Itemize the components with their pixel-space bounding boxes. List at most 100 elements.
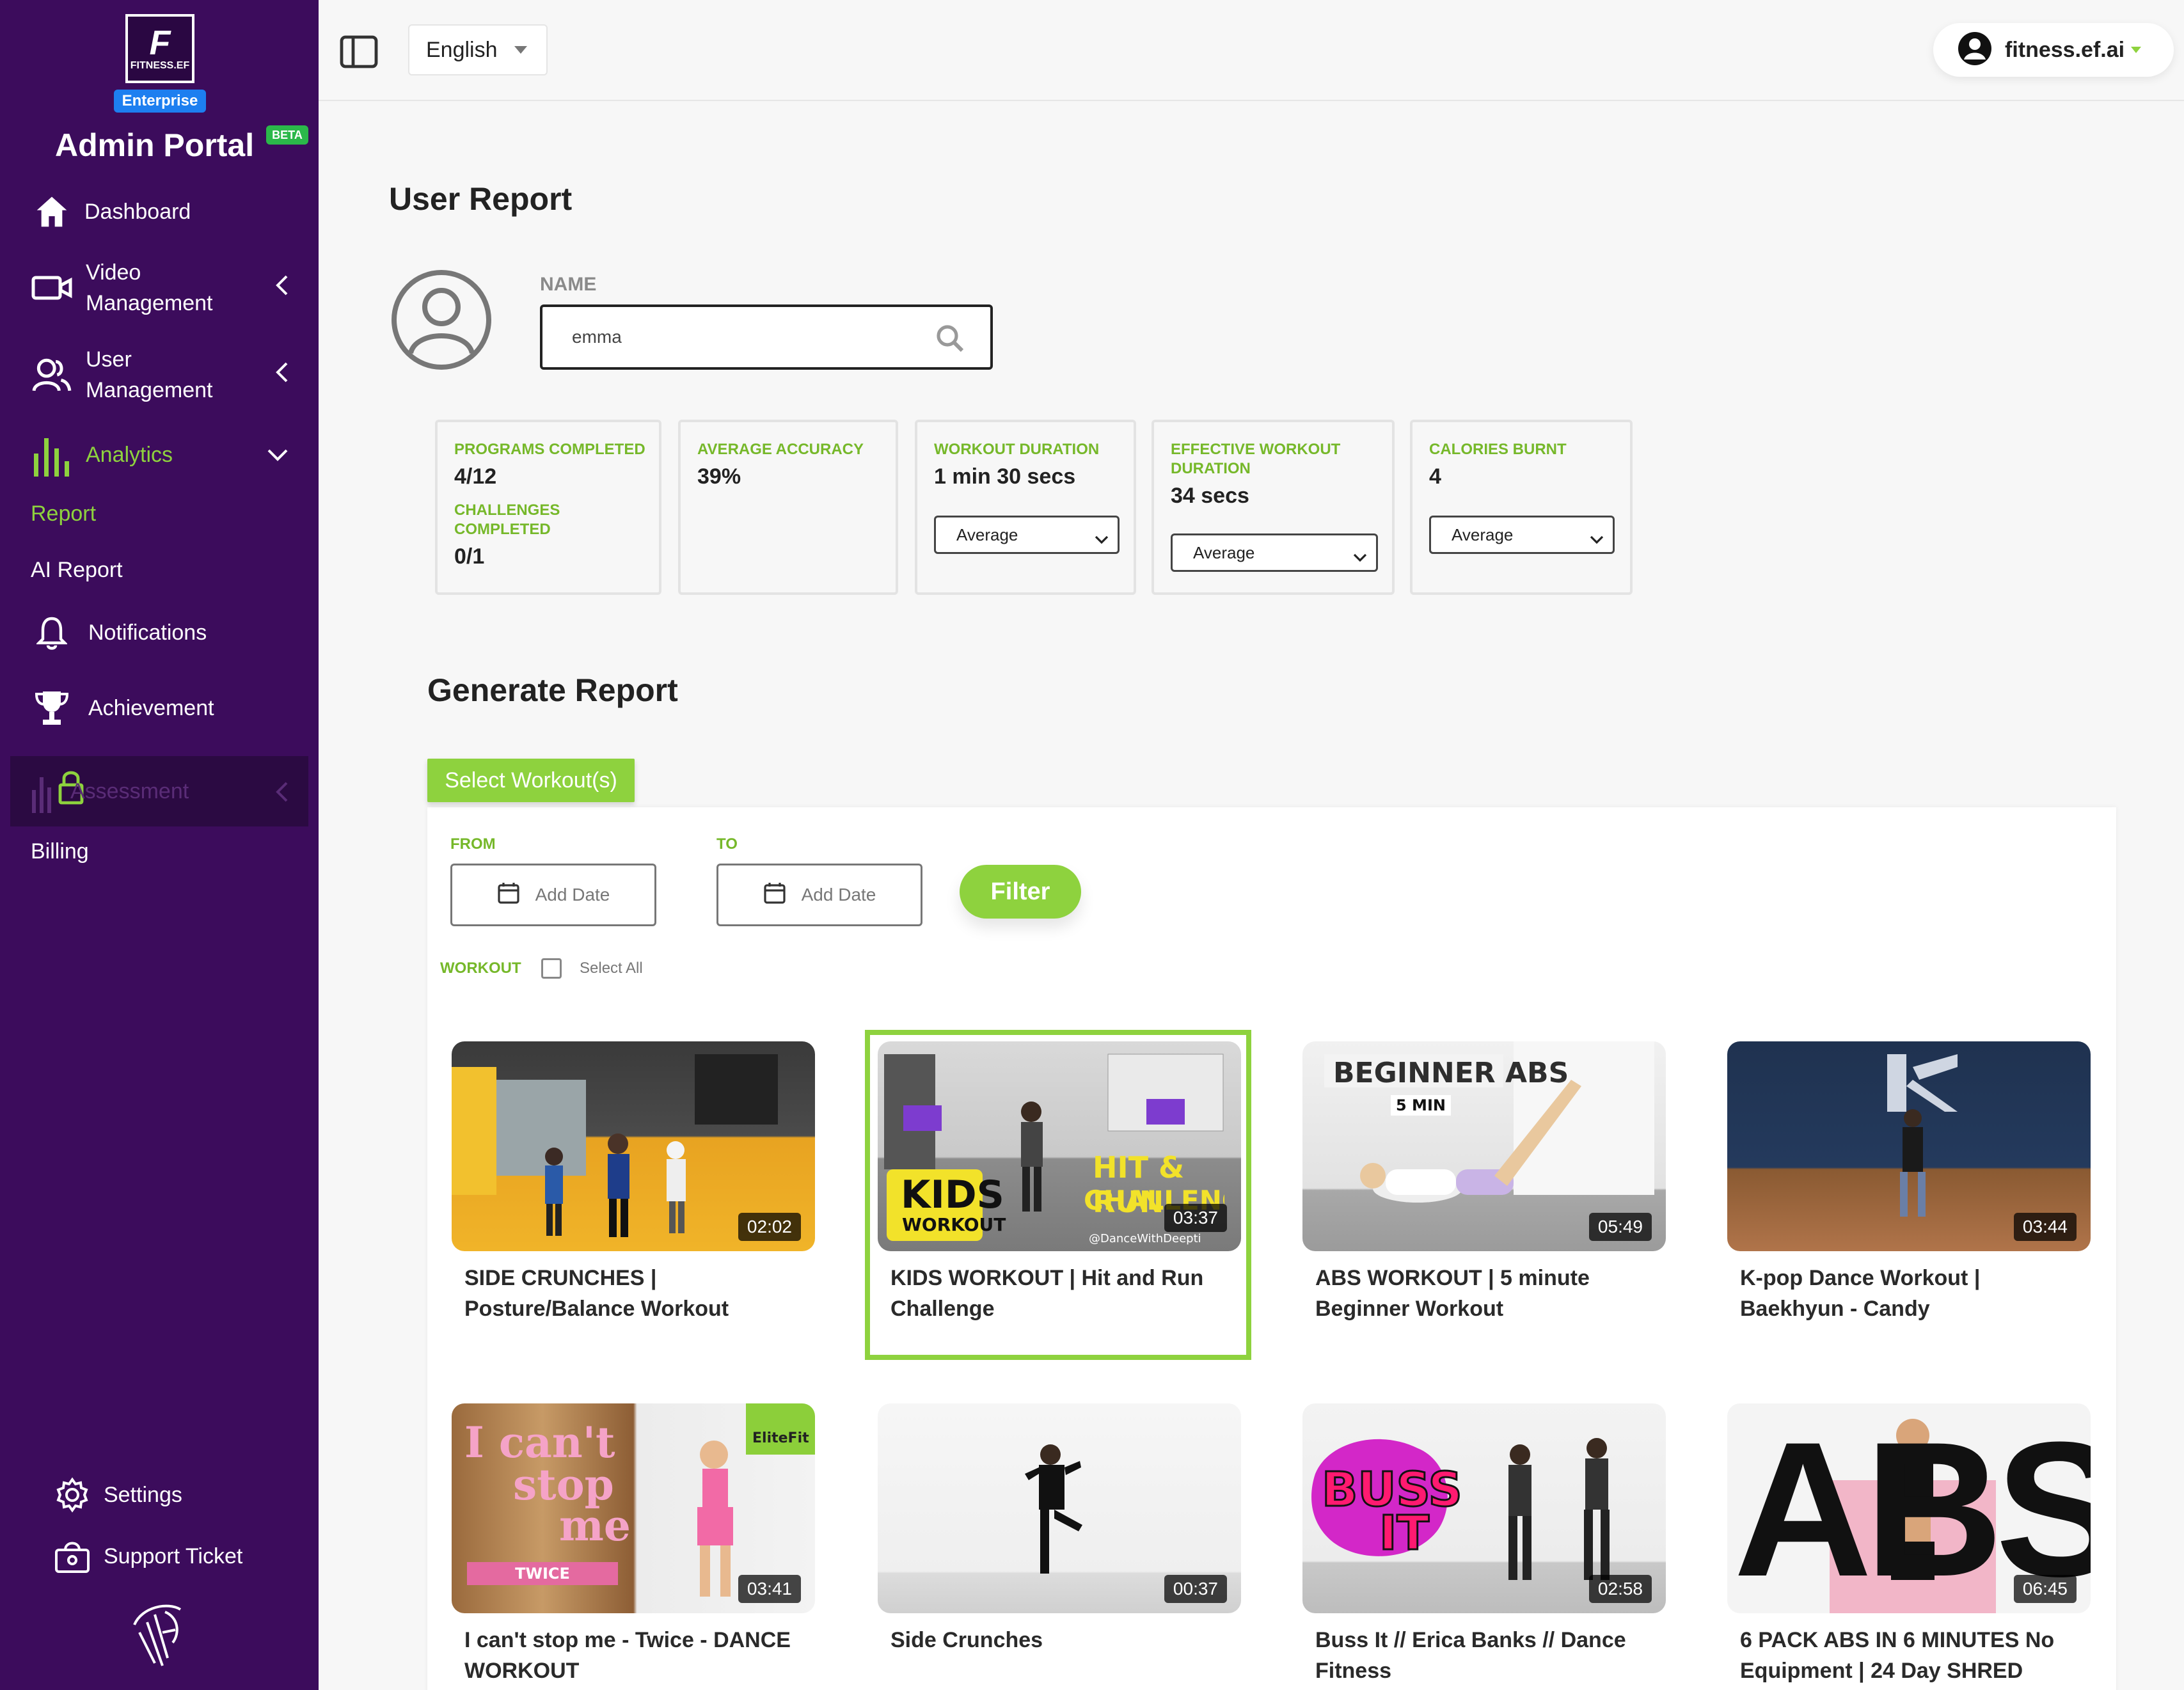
- calendar-icon: [497, 881, 520, 909]
- thumbnail-caption: WORKOUT: [902, 1214, 1006, 1235]
- home-icon: [29, 189, 74, 234]
- workout-thumbnail: ABS 06:45: [1727, 1403, 2091, 1613]
- sidebar-toggle-icon[interactable]: [339, 35, 379, 72]
- duration-badge: 00:37: [1164, 1575, 1227, 1603]
- duration-aggregate-select[interactable]: Average: [934, 516, 1120, 554]
- user-placeholder-icon: [390, 269, 493, 374]
- workout-title: Buss It // Erica Banks // Dance Fitness: [1315, 1628, 1626, 1683]
- select-value: Average: [1193, 542, 1255, 562]
- workout-title: I can't stop me - Twice - DANCE WORKOUT: [464, 1628, 791, 1683]
- sidebar-item-notifications[interactable]: Notifications: [0, 610, 319, 655]
- trophy-icon: [29, 686, 74, 730]
- sidebar-item-ai-report[interactable]: AI Report: [31, 558, 123, 583]
- video-camera-icon: [29, 265, 74, 310]
- workout-title: 6 PACK ABS IN 6 MINUTES No Equipment | 2…: [1740, 1628, 2055, 1683]
- thumbnail-caption: EliteFit: [752, 1430, 809, 1446]
- caret-down-icon: [514, 46, 527, 54]
- language-value: English: [426, 37, 498, 62]
- workout-thumbnail: I can't stop me TWICE EliteFit 03:41: [452, 1403, 815, 1613]
- account-name: fitness.ef.ai: [2005, 37, 2125, 62]
- search-icon[interactable]: [935, 324, 965, 356]
- stat-label: AVERAGE ACCURACY: [697, 441, 864, 458]
- duration-badge: 02:58: [1588, 1575, 1652, 1603]
- sidebar: F FITNESS.EF Enterprise Admin Portal BET…: [0, 0, 319, 1690]
- workout-title: Side Crunches: [890, 1628, 1043, 1652]
- workout-card[interactable]: I can't stop me TWICE EliteFit 03:41 I c…: [452, 1403, 815, 1686]
- sidebar-item-billing[interactable]: Billing: [31, 839, 89, 864]
- duration-badge: 02:02: [738, 1213, 801, 1241]
- stat-card-accuracy: AVERAGE ACCURACY 39%: [678, 420, 898, 595]
- workout-card[interactable]: KIDS WORKOUT HIT & RUN CHALLENGE @DanceW…: [878, 1041, 1241, 1324]
- duration-badge: 03:41: [738, 1575, 801, 1603]
- workout-card[interactable]: 03:44 K-pop Dance Workout | Baekhyun - C…: [1727, 1041, 2091, 1324]
- to-date-picker[interactable]: Add Date: [716, 864, 922, 926]
- thumbnail-caption: I can't: [464, 1418, 615, 1467]
- workout-title: ABS WORKOUT | 5 minute Beginner Workout: [1315, 1266, 1590, 1321]
- sidebar-item-achievement[interactable]: Achievement: [0, 686, 319, 730]
- stat-value: 39%: [697, 464, 741, 489]
- date-placeholder: Add Date: [801, 885, 876, 904]
- stat-label: PROGRAMS COMPLETED: [454, 441, 645, 458]
- account-menu[interactable]: fitness.ef.ai: [1933, 23, 2174, 77]
- sidebar-item-user-management[interactable]: User Management: [0, 343, 319, 407]
- logo-text: FITNESS.EF: [130, 60, 190, 71]
- stat-label: EFFECTIVE WORKOUT: [1171, 441, 1341, 458]
- beta-badge: BETA: [266, 125, 308, 145]
- sidebar-item-label: User: [86, 347, 132, 372]
- chevron-down-icon: [1353, 547, 1367, 567]
- sidebar-item-dashboard[interactable]: Dashboard: [0, 189, 319, 234]
- sidebar-item-support-ticket[interactable]: Support Ticket: [0, 1534, 319, 1579]
- workout-thumbnail: 03:44: [1727, 1041, 2091, 1251]
- stat-label: CALORIES BURNT: [1429, 441, 1567, 458]
- stat-label: CHALLENGES COMPLETED: [454, 501, 560, 538]
- enterprise-badge: Enterprise: [114, 90, 206, 113]
- workout-card[interactable]: 02:02 SIDE CRUNCHES | Posture/Balance Wo…: [452, 1041, 815, 1324]
- portal-title: Admin Portal: [55, 127, 255, 163]
- language-select[interactable]: English: [408, 24, 548, 75]
- stat-card-calories: CALORIES BURNT 4 Average: [1410, 420, 1633, 595]
- workout-card[interactable]: BUSS IT 02:58 Buss It // Erica Banks // …: [1302, 1403, 1666, 1686]
- workout-card[interactable]: 00:37 Side Crunches: [878, 1403, 1241, 1655]
- filter-button[interactable]: Filter: [960, 865, 1081, 919]
- select-all-checkbox[interactable]: [541, 958, 562, 979]
- chevron-left-icon: [275, 361, 289, 390]
- sidebar-item-label: Settings: [104, 1483, 182, 1507]
- sidebar-item-settings[interactable]: Settings: [0, 1473, 319, 1517]
- brand-mark-icon: [129, 1599, 188, 1673]
- chevron-down-icon: [1590, 529, 1604, 549]
- from-date-picker[interactable]: Add Date: [450, 864, 656, 926]
- caret-down-icon: [2131, 47, 2142, 53]
- select-workouts-tab[interactable]: Select Workout(s): [427, 759, 635, 802]
- name-input[interactable]: [572, 327, 917, 347]
- bell-icon: [29, 610, 74, 655]
- sidebar-item-label: Notifications: [88, 620, 207, 645]
- sidebar-item-label: Assessment: [70, 778, 189, 803]
- chevron-left-icon: [275, 274, 289, 303]
- select-value: Average: [956, 525, 1018, 544]
- calories-aggregate-select[interactable]: Average: [1429, 516, 1615, 554]
- sidebar-item-report[interactable]: Report: [31, 501, 96, 526]
- user-avatar-icon: [1956, 30, 1993, 70]
- workout-card[interactable]: ABS 06:45 6 PACK ABS IN 6 MINUTES No Equ…: [1727, 1403, 2091, 1686]
- sidebar-item-analytics[interactable]: Analytics: [0, 427, 319, 482]
- chevron-left-icon: [275, 780, 289, 807]
- workout-title: K-pop Dance Workout | Baekhyun - Candy: [1740, 1266, 1981, 1321]
- name-search-field[interactable]: [540, 304, 993, 370]
- sidebar-item-label: Video: [86, 260, 141, 285]
- workout-title: SIDE CRUNCHES | Posture/Balance Workout: [464, 1266, 729, 1321]
- from-label: FROM: [450, 835, 496, 853]
- thumbnail-caption: BEGINNER ABS: [1333, 1057, 1569, 1089]
- stat-value: 34 secs: [1171, 484, 1249, 508]
- duration-badge: 03:44: [2013, 1213, 2077, 1241]
- stat-label: WORKOUT DURATION: [934, 441, 1100, 458]
- stat-label: DURATION: [1171, 460, 1251, 477]
- select-all-label: Select All: [580, 960, 643, 977]
- thumbnail-caption: KIDS: [901, 1173, 1004, 1217]
- gear-icon: [50, 1473, 95, 1517]
- effective-aggregate-select[interactable]: Average: [1171, 533, 1378, 572]
- sidebar-item-video-management[interactable]: Video Management: [0, 256, 319, 320]
- workout-card[interactable]: BEGINNER ABS 5 MIN 05:49 ABS WORKOUT | 5…: [1302, 1041, 1666, 1324]
- generate-report-title: Generate Report: [427, 672, 678, 708]
- sidebar-item-label: Analytics: [86, 443, 173, 467]
- sidebar-item-assessment[interactable]: Assessment: [10, 756, 308, 826]
